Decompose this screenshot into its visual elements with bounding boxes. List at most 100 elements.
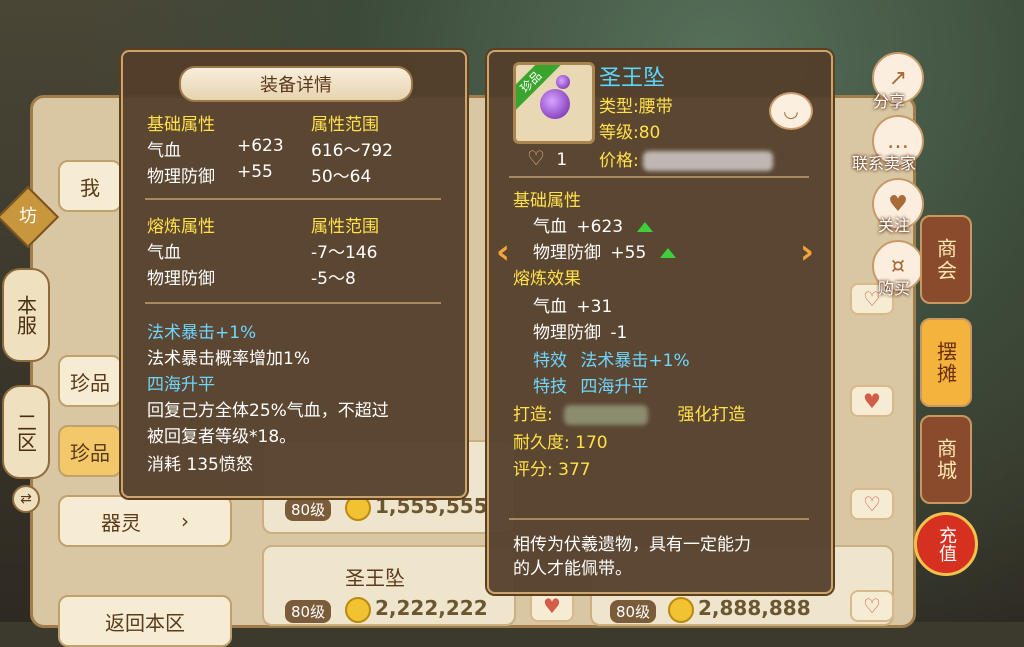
refine-stat: 物理防御 -1 <box>533 318 627 343</box>
tab-mine[interactable]: 我 <box>58 160 122 212</box>
heart-outline-icon: ♡ <box>527 146 545 170</box>
recharge-button[interactable]: 充值 <box>914 512 978 576</box>
attr-range-header: 属性范围 <box>311 115 379 135</box>
favorite-heart-button[interactable]: ♡ <box>850 488 894 520</box>
refine-stat-range: -7～146 <box>311 243 378 263</box>
price-label: 价格: <box>599 146 773 171</box>
divider <box>145 302 441 304</box>
stat-value: +623 <box>576 217 624 237</box>
special-desc-line2: 被回复者等级*18。 <box>147 427 297 447</box>
stat-name: 物理防御 <box>533 243 601 263</box>
likes-count: 1 <box>556 150 568 170</box>
tab-mall[interactable]: 商城 <box>920 415 972 504</box>
listing-level: 80级 <box>285 600 332 623</box>
likes[interactable]: ♡ 1 <box>527 146 567 170</box>
listing-price: 2,222,222 <box>345 596 488 623</box>
durability: 耐久度: 170 <box>513 433 608 453</box>
coin-icon <box>668 596 694 623</box>
special-cost: 消耗 135愤怒 <box>147 455 253 475</box>
server-tab-local[interactable]: 本服 <box>2 268 50 362</box>
stat-value: +55 <box>610 243 647 263</box>
server-tab-second[interactable]: 二区 <box>2 385 50 479</box>
switch-server-icon[interactable]: ⇄ <box>12 485 40 513</box>
tab-stall[interactable]: 摆摊 <box>920 318 972 407</box>
item-description-line1: 相传为伏羲遗物，具有一定能力 <box>513 535 751 555</box>
tab-spirit[interactable]: 器灵 › <box>58 495 232 547</box>
buy-label: 购买 <box>878 279 911 298</box>
item-type: 类型:腰带 <box>599 97 673 117</box>
favorite-heart-button[interactable]: ♥ <box>850 385 894 417</box>
listing-level: 80级 <box>610 600 657 623</box>
next-item-arrow[interactable]: › <box>800 232 814 272</box>
price-label-text: 价格: <box>599 151 639 171</box>
preview-eye-button[interactable]: ◡ <box>769 92 813 130</box>
item-level: 等级:80 <box>599 123 661 143</box>
price-hidden <box>642 151 773 171</box>
stat-name: 气血 <box>533 217 567 237</box>
item-card-panel: 珍品 圣王坠 类型:腰带 等级:80 ◡ ♡ 1 价格: 基础属性 气血 +62… <box>487 50 833 594</box>
follow-label: 关注 <box>878 216 911 235</box>
stat-range: 50～64 <box>311 167 372 187</box>
special-skill-label: 特技 <box>533 377 567 397</box>
special-skill: 特技 四海升平 <box>533 372 648 397</box>
forge-label: 打造: <box>513 405 553 425</box>
stat-value: -1 <box>610 323 628 343</box>
base-attr-header: 基础属性 <box>513 191 581 211</box>
score: 评分: 377 <box>513 460 591 480</box>
share-label: 分享 <box>873 92 906 111</box>
divider <box>509 518 809 520</box>
base-stat: 物理防御 +55 <box>533 238 676 263</box>
base-stat: 气血 +623 <box>533 212 653 237</box>
listing-price: 2,888,888 <box>668 596 811 623</box>
stat-name: 物理防御 <box>533 323 601 343</box>
refine-range-header: 属性范围 <box>311 217 379 237</box>
favorite-heart-button[interactable]: ♥ <box>530 590 574 622</box>
coin-icon <box>345 494 371 521</box>
refine-effect-header: 熔炼效果 <box>513 269 581 289</box>
favorite-heart-button[interactable]: ♡ <box>850 590 894 622</box>
divider <box>509 176 809 178</box>
base-attr-header: 基础属性 <box>147 115 215 135</box>
skill-name: 法术暴击+1% <box>147 323 257 343</box>
coin-icon <box>345 596 371 623</box>
special-skill-value: 四海升平 <box>580 377 649 397</box>
refine-attr-header: 熔炼属性 <box>147 217 215 237</box>
forge-value: 强化打造 <box>677 405 746 425</box>
refine-stat-range: -5～8 <box>311 269 356 289</box>
stat-name: 气血 <box>533 297 567 317</box>
contact-seller-label: 联系卖家 <box>852 154 917 173</box>
return-server-button[interactable]: 返回本区 <box>58 595 232 647</box>
stat-value: +623 <box>237 136 284 156</box>
tab-rare-2[interactable]: 珍品 <box>58 425 122 477</box>
chevron-right-icon: › <box>181 509 189 533</box>
item-description-line2: 的人才能佩带。 <box>513 559 632 579</box>
emblem-label: 坊 <box>19 206 37 227</box>
stat-range: 616～792 <box>311 141 393 161</box>
item-name: 圣王坠 <box>599 66 666 91</box>
pendant-gem-icon <box>556 75 570 89</box>
eye-icon: ◡ <box>783 100 799 122</box>
tab-rare-1[interactable]: 珍品 <box>58 355 122 407</box>
tab-spirit-label: 器灵 <box>101 510 141 535</box>
equipment-detail-panel: 装备详情 基础属性 属性范围 气血 +623 616～792 物理防御 +55 … <box>121 50 467 498</box>
panel-title: 装备详情 <box>179 66 413 102</box>
stat-value: +31 <box>576 297 613 317</box>
prev-item-arrow[interactable]: ‹ <box>496 232 510 272</box>
forge-info: 打造: 强化打造 <box>513 400 746 425</box>
stat-name: 气血 <box>147 141 181 161</box>
listing-level: 80级 <box>285 498 332 521</box>
refine-stat: 气血 +31 <box>533 292 612 317</box>
stat-value: +55 <box>237 162 273 182</box>
tab-guild-market[interactable]: 商会 <box>920 215 972 304</box>
special-effect-label: 特效 <box>533 351 567 371</box>
refine-stat-name: 物理防御 <box>147 269 215 289</box>
pendant-gem-icon <box>540 89 570 119</box>
listing-name: 圣王坠 <box>345 566 405 590</box>
stat-name: 物理防御 <box>147 167 215 187</box>
special-desc-line1: 回复己方全体25%气血，不超过 <box>147 401 389 421</box>
item-icon: 珍品 <box>513 62 595 144</box>
share-icon: ↗ <box>888 65 908 91</box>
forger-hidden <box>564 405 649 425</box>
special-effect: 特效 法术暴击+1% <box>533 346 690 371</box>
refine-stat-name: 气血 <box>147 243 181 263</box>
